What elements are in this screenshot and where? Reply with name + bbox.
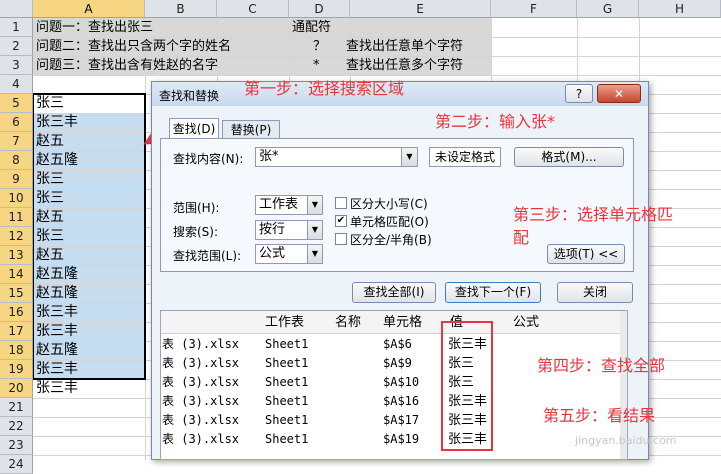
results-cell: $A$19: [383, 432, 420, 446]
match-case-checkbox[interactable]: [335, 197, 347, 209]
match-width-label: 区分全/半角(B): [350, 233, 432, 247]
annotation-step3: 第三步：选择单元格匹: [513, 205, 674, 224]
results-col-sheet[interactable]: 工作表: [265, 313, 304, 332]
results-book: 表 (3).xlsx: [162, 394, 240, 408]
match-case-label: 区分大小写(C): [350, 197, 428, 211]
results-sheet: Sheet1: [265, 375, 309, 389]
search-dropdown-icon[interactable]: ▼: [307, 221, 322, 239]
tab-replace[interactable]: 替换(P): [222, 120, 280, 139]
look-in-dropdown-icon[interactable]: ▼: [307, 245, 322, 263]
search-label: 搜索(S):: [173, 225, 219, 239]
results-book: 表 (3).xlsx: [162, 432, 240, 446]
dialog-title: 查找和替换: [159, 89, 220, 103]
find-what-label: 查找内容(N):: [173, 152, 244, 166]
results-sheet: Sheet1: [265, 413, 309, 427]
results-cell: $A$6: [383, 337, 412, 351]
results-list[interactable]: 工作表 名称 单元格 值 公式 表 (3).xlsx Sheet1 $A$6 张三丰表…: [160, 310, 628, 460]
annotation-step1: 第一步：选择搜索区域: [244, 79, 405, 98]
find-all-button[interactable]: 查找全部(I): [352, 282, 436, 303]
value-highlight-box: [441, 321, 493, 451]
results-cell: $A$16: [383, 394, 420, 408]
match-cell-label: 单元格匹配(O): [350, 215, 429, 229]
find-what-dropdown-icon[interactable]: ▼: [401, 148, 417, 166]
annotation-step3-cont: 配: [513, 228, 530, 247]
results-book: 表 (3).xlsx: [162, 337, 240, 351]
find-what-input[interactable]: 张*: [255, 147, 418, 167]
results-sheet: Sheet1: [265, 337, 309, 351]
results-col-cell[interactable]: 单元格: [383, 313, 422, 332]
match-width-checkbox[interactable]: [335, 233, 347, 245]
scope-dropdown-icon[interactable]: ▼: [307, 196, 322, 214]
help-button[interactable]: ?: [565, 84, 593, 103]
results-book: 表 (3).xlsx: [162, 413, 240, 427]
close-button[interactable]: 关闭: [557, 282, 633, 303]
results-cell: $A$9: [383, 356, 412, 370]
look-in-label: 查找范围(L):: [173, 249, 242, 263]
find-next-button[interactable]: 查找下一个(F): [445, 282, 541, 303]
results-book: 表 (3).xlsx: [162, 356, 240, 370]
results-sheet: Sheet1: [265, 432, 309, 446]
annotation-step2: 第二步：输入张*: [435, 112, 556, 131]
match-cell-checkbox[interactable]: ✔: [335, 215, 347, 227]
scope-label: 范围(H):: [173, 201, 220, 215]
results-col-formula[interactable]: 公式: [513, 313, 539, 332]
results-row[interactable]: 表 (3).xlsx Sheet1 $A$19 张三丰: [161, 430, 620, 449]
results-book: 表 (3).xlsx: [162, 375, 240, 389]
results-sheet: Sheet1: [265, 356, 309, 370]
annotation-step5: 第五步：看结果: [543, 406, 656, 425]
watermark: jingyan.baidu.com: [575, 434, 677, 447]
options-button[interactable]: 选项(T) <<: [547, 244, 625, 264]
annotation-step4: 第四步：查找全部: [537, 356, 666, 375]
format-status: 未设定格式: [429, 147, 501, 167]
results-sheet: Sheet1: [265, 394, 309, 408]
close-icon[interactable]: ✕: [597, 84, 641, 103]
results-cell: $A$17: [383, 413, 420, 427]
format-button[interactable]: 格式(M)...: [514, 147, 624, 167]
tab-find[interactable]: 查找(D): [169, 118, 219, 139]
results-col-name[interactable]: 名称: [335, 313, 361, 332]
results-cell: $A$10: [383, 375, 420, 389]
